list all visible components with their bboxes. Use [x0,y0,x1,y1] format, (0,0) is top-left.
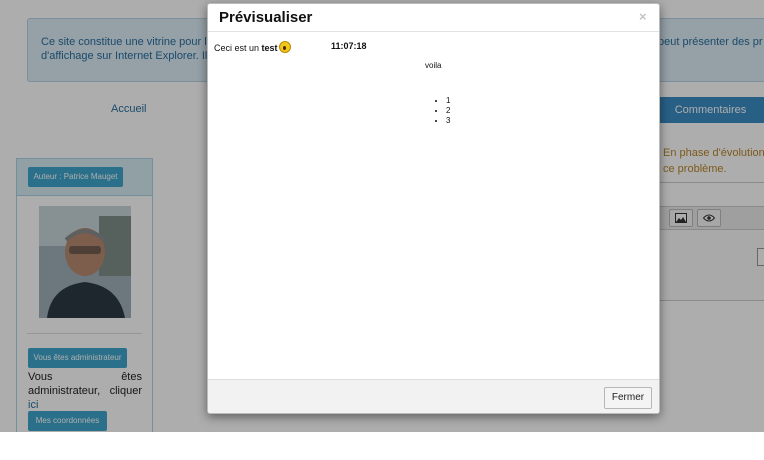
list-item: 1 [446,96,450,106]
modal-footer: Fermer [208,379,659,413]
preview-modal: Prévisualiser × Ceci est un test 11:07:1… [207,3,660,414]
modal-header: Prévisualiser × [208,4,659,32]
close-button[interactable]: Fermer [604,387,652,409]
surprised-face-icon [278,41,291,53]
preview-text-line: Ceci est un test [214,41,291,53]
preview-list: 1 2 3 [438,96,450,126]
modal-title: Prévisualiser [219,9,313,26]
preview-time: 11:07:18 [331,41,367,51]
preview-text-prefix: Ceci est un [214,43,260,53]
preview-centered-text: voila [425,61,442,70]
preview-text-bold: test [261,43,278,53]
list-item: 3 [446,116,450,126]
close-icon[interactable]: × [639,9,647,24]
list-item: 2 [446,106,450,116]
modal-body: Ceci est un test 11:07:18 voila 1 2 3 [208,32,659,379]
